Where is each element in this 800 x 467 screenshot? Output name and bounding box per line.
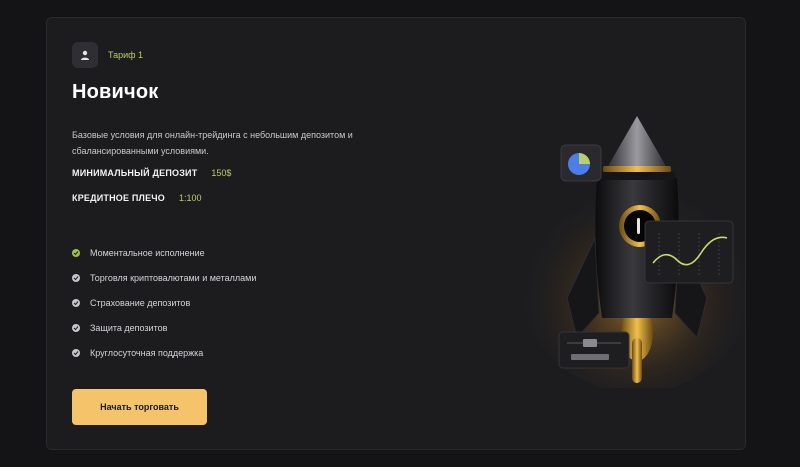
spec-value: 150$ — [211, 168, 232, 178]
start-trading-button[interactable]: Начать торговать — [72, 389, 207, 425]
feature-label: Торговля криптовалютами и металлами — [90, 272, 257, 283]
tier-header: Тариф 1 — [72, 42, 143, 68]
feature-item: Моментальное исполнение — [72, 240, 256, 265]
spec-label: МИНИМАЛЬНЫЙ ДЕПОЗИТ — [72, 168, 198, 178]
feature-item: Защита депозитов — [72, 315, 256, 340]
rocket-illustration — [517, 116, 745, 388]
user-icon — [72, 42, 98, 68]
spec-min-deposit: МИНИМАЛЬНЫЙ ДЕПОЗИТ 150$ — [72, 168, 231, 178]
spec-leverage: КРЕДИТНОЕ ПЛЕЧО 1:100 — [72, 193, 202, 203]
spec-value: 1:100 — [179, 193, 202, 203]
plan-description: Базовые условия для онлайн-трейдинга с н… — [72, 130, 353, 156]
line-chart-widget — [644, 220, 734, 284]
feature-item: Страхование депозитов — [72, 290, 256, 315]
feature-item: Круглосуточная поддержка — [72, 340, 256, 365]
slider-widget — [558, 331, 630, 369]
feature-list: Моментальное исполнение Торговля криптов… — [72, 240, 256, 365]
check-icon — [72, 273, 80, 282]
check-icon — [72, 298, 80, 307]
feature-label: Круглосуточная поддержка — [90, 347, 204, 358]
feature-label: Моментальное исполнение — [90, 247, 205, 258]
plan-title: Новичок — [72, 81, 159, 103]
feature-label: Страхование депозитов — [90, 297, 191, 308]
pie-chart-widget — [560, 144, 602, 182]
check-icon — [72, 248, 80, 257]
tariff-card: Тариф 1 Новичок Базовые условия для онла… — [46, 17, 746, 450]
check-icon — [72, 323, 80, 332]
feature-item: Торговля криптовалютами и металлами — [72, 265, 256, 290]
tier-label: Тариф 1 — [108, 50, 144, 60]
feature-label: Защита депозитов — [90, 322, 168, 333]
check-icon — [72, 348, 80, 357]
spec-label: КРЕДИТНОЕ ПЛЕЧО — [72, 193, 165, 203]
